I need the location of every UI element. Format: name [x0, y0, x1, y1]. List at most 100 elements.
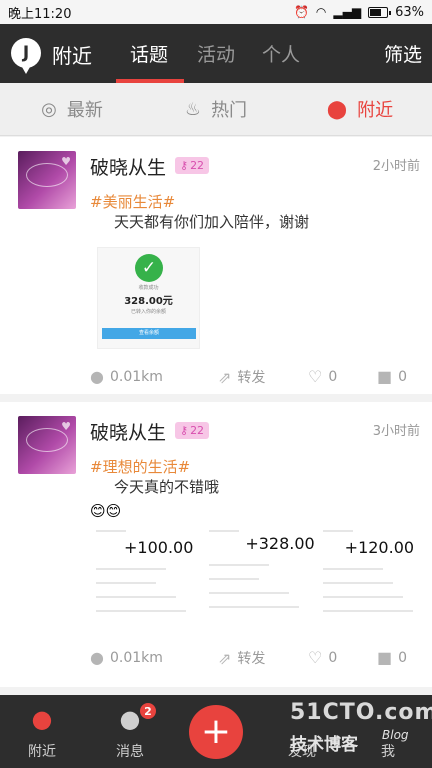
- receipt-image[interactable]: +328.00: [203, 524, 315, 628]
- share-button[interactable]: ⇗ 转发: [218, 648, 265, 668]
- receipt-line: [209, 606, 300, 608]
- like-button[interactable]: ♡ 0: [308, 648, 337, 667]
- receipt-line: [96, 610, 186, 612]
- receipt-line: [96, 596, 176, 598]
- watermark-line3: Blog: [382, 728, 409, 742]
- comment-icon: ■: [377, 367, 393, 386]
- distance: ● 0.01km: [90, 367, 163, 386]
- status-bar: 晚上11:20 ⏰ ◠ ▂▄▆ 63%: [0, 0, 432, 24]
- receipt-line: [322, 610, 413, 612]
- share-button[interactable]: ⇗ 转发: [218, 367, 265, 387]
- key-icon: ⚷: [180, 159, 189, 172]
- post-feed[interactable]: 破晓从生 ⚷ 22 2小时前 #美丽生活# 天天都有你们加入陪伴，谢谢 ✓ 收款…: [0, 137, 432, 695]
- level-value: 22: [190, 159, 205, 172]
- comment-count: 0: [398, 649, 408, 666]
- subtab-hot[interactable]: ♨ 热门: [144, 83, 288, 135]
- checkmark-icon: ✓: [135, 254, 163, 282]
- watermark: 51CTO.com 技术博客 Blog: [290, 700, 432, 760]
- receipt-line: [96, 568, 166, 570]
- post-actions: ● 0.01km ⇗ 转发 ♡ 0 ■ 0: [0, 648, 432, 672]
- post-username[interactable]: 破晓从生: [90, 153, 166, 180]
- level-value: 22: [190, 424, 205, 437]
- receipt-line: [96, 530, 126, 532]
- status-time: 晚上11:20: [8, 6, 72, 22]
- nav-nearby-label: 附近: [28, 744, 56, 760]
- receipt-line: [209, 530, 240, 532]
- subtab-latest-label: 最新: [66, 100, 103, 121]
- flame-icon: ♨: [184, 98, 202, 120]
- wifi-icon: ◠: [315, 5, 327, 19]
- location-icon: ●: [90, 648, 104, 667]
- payment-amount: 328.00元: [124, 296, 173, 307]
- alarm-icon: ⏰: [293, 5, 309, 19]
- app-header: J 附近 话题 活动 个人 筛选: [0, 24, 432, 83]
- payment-title: 收款成功: [138, 285, 159, 291]
- receipt-line: [322, 530, 353, 532]
- location-pin-icon: ⬤: [326, 98, 348, 120]
- watermark-line2: 技术博客: [290, 735, 358, 755]
- tab-activities[interactable]: 活动: [197, 40, 235, 67]
- like-count: 0: [328, 368, 338, 385]
- battery-icon: [368, 6, 392, 18]
- receipt-amount: +120.00: [344, 538, 415, 557]
- topic-tag[interactable]: #理想的生活#: [90, 456, 190, 477]
- app-logo-icon[interactable]: J: [11, 38, 41, 74]
- receipt-line: [209, 564, 270, 566]
- receipt-line: [322, 582, 393, 584]
- post-time: 3小时前: [372, 424, 420, 439]
- avatar[interactable]: [18, 416, 76, 474]
- watermark-line1: 51CTO.com: [290, 700, 432, 725]
- receipt-line: [209, 592, 290, 594]
- like-count: 0: [328, 649, 338, 666]
- post-time: 2小时前: [372, 159, 420, 174]
- avatar[interactable]: [18, 151, 76, 209]
- heart-icon: ♡: [308, 367, 323, 386]
- post-images[interactable]: +100.00 +328.00 +120.00: [90, 524, 422, 628]
- plus-icon: +: [200, 711, 232, 752]
- receipt-image[interactable]: +120.00: [316, 524, 422, 628]
- tab-personal[interactable]: 个人: [262, 40, 300, 67]
- receipt-line: [322, 568, 383, 570]
- nav-messages-label: 消息: [116, 744, 144, 760]
- comment-icon: ■: [377, 648, 393, 667]
- level-badge: ⚷ 22: [175, 422, 210, 439]
- distance-value: 0.01km: [109, 368, 163, 385]
- add-post-button[interactable]: +: [189, 705, 243, 759]
- nav-nearby[interactable]: ● 附近: [2, 695, 82, 768]
- comment-button[interactable]: ■ 0: [377, 648, 407, 667]
- subtab-hot-label: 热门: [211, 100, 248, 121]
- subtab-latest[interactable]: ◎ 最新: [0, 83, 144, 135]
- post-username[interactable]: 破晓从生: [90, 418, 166, 445]
- post-card[interactable]: 破晓从生 ⚷ 22 3小时前 #理想的生活# 今天真的不错哦 😊😊 +100.0…: [0, 402, 432, 687]
- receipt-image[interactable]: +100.00: [90, 524, 196, 628]
- message-badge: 2: [138, 701, 158, 721]
- share-icon: ⇗: [218, 648, 232, 668]
- key-icon: ⚷: [180, 424, 189, 437]
- topic-tag[interactable]: #美丽生活#: [90, 191, 175, 212]
- comment-button[interactable]: ■ 0: [377, 367, 407, 386]
- receipt-line: [96, 582, 156, 584]
- level-badge: ⚷ 22: [175, 157, 210, 174]
- payment-button: 查看余额: [102, 328, 196, 339]
- sub-tab-bar: ◎ 最新 ♨ 热门 ⬤ 附近: [0, 83, 432, 136]
- heart-icon: ♡: [308, 648, 323, 667]
- location-pin-icon: ●: [31, 705, 53, 733]
- post-image[interactable]: ✓ 收款成功 328.00元 已转入你的余额 查看余额: [97, 247, 200, 349]
- receipt-amount: +328.00: [245, 534, 315, 553]
- share-label: 转发: [237, 651, 266, 667]
- distance-value: 0.01km: [109, 649, 163, 666]
- signal-icon: ▂▄▆: [333, 5, 362, 19]
- receipt-line: [322, 596, 403, 598]
- distance: ● 0.01km: [90, 648, 163, 667]
- post-text: 天天都有你们加入陪伴，谢谢: [114, 213, 310, 231]
- subtab-nearby-label: 附近: [357, 100, 394, 121]
- subtab-nearby[interactable]: ⬤ 附近: [288, 83, 432, 135]
- receipt-amount: +100.00: [124, 538, 194, 557]
- filter-button[interactable]: 筛选: [384, 40, 422, 67]
- post-card[interactable]: 破晓从生 ⚷ 22 2小时前 #美丽生活# 天天都有你们加入陪伴，谢谢 ✓ 收款…: [0, 137, 432, 394]
- post-actions: ● 0.01km ⇗ 转发 ♡ 0 ■ 0: [0, 367, 432, 391]
- like-button[interactable]: ♡ 0: [308, 367, 337, 386]
- nav-messages[interactable]: ● 2 消息: [90, 695, 170, 768]
- post-text: 今天真的不错哦: [114, 478, 220, 496]
- tab-topics[interactable]: 话题: [130, 40, 168, 67]
